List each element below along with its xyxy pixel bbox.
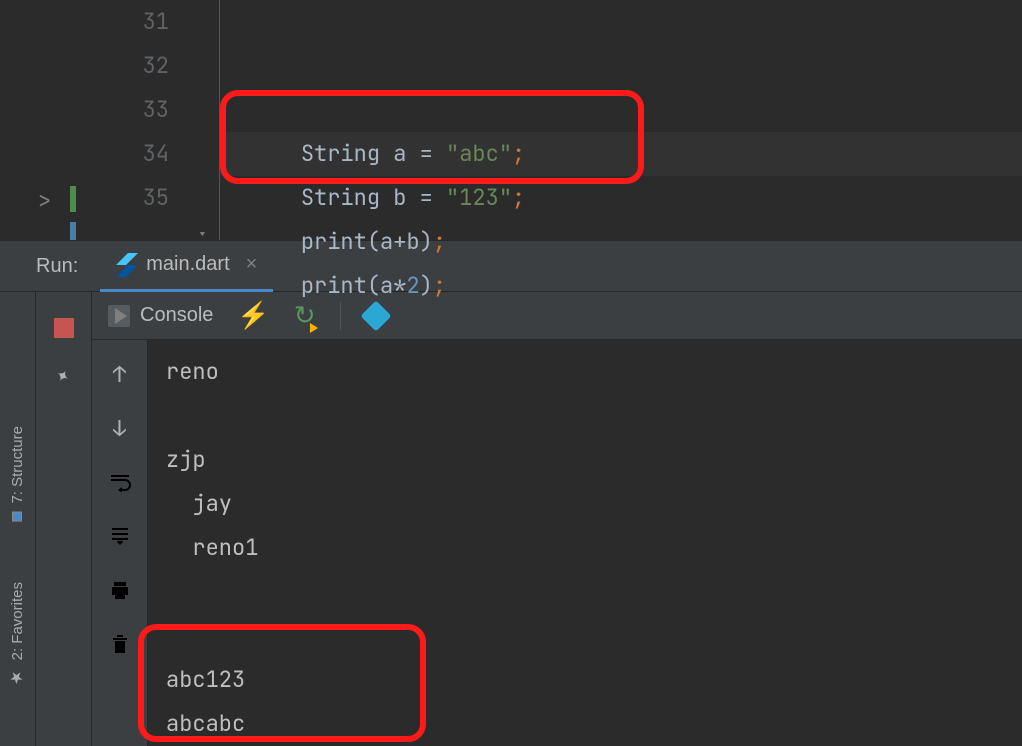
hot-reload-button[interactable]: ⚡ [237,300,269,331]
fold-margin: ▾ [187,0,220,240]
fold-expand-icon[interactable]: > [38,186,51,215]
hot-restart-button[interactable]: ↻ [294,300,316,331]
close-icon[interactable]: × [246,253,258,276]
run-label: Run: [0,255,96,278]
console-tab-label: Console [140,304,213,327]
scroll-to-end-button[interactable] [103,520,137,552]
code-editor[interactable]: > 3132333435 ▾ String a = "abc"; String … [0,0,1022,240]
pin-button[interactable]: ✦ [51,359,77,391]
line-number: 35 [42,176,169,220]
tab-favorites[interactable]: ★ 2: Favorites [8,582,27,687]
line-number: 33 [42,88,169,132]
console-wrap: ↑ ↓ reno zjp jay reno1 abc123 abcabc [92,340,1022,746]
console-toolbar: Console ⚡ ↻ [92,292,1022,340]
print-button[interactable] [103,574,137,606]
console-gutter: ↑ ↓ [92,340,148,746]
run-panel: 7: Structure ★ 2: Favorites ✦ Console ⚡ … [0,292,1022,746]
devtools-button[interactable] [360,300,391,331]
line-number: 34 [42,132,169,176]
line-number-gutter: 3132333435 [42,0,187,240]
tab-structure[interactable]: 7: Structure [9,426,26,522]
toolbar-divider [340,302,341,330]
gutter-change-marker [70,186,76,212]
scroll-up-button[interactable]: ↑ [103,358,137,390]
console-tab[interactable]: Console [108,304,213,327]
code-area[interactable]: String a = "abc"; String b = "123"; prin… [220,0,1022,240]
code-line[interactable]: String b = "123"; [248,176,1022,220]
flutter-icon [116,253,136,277]
star-icon: ★ [8,668,27,687]
run-tab-main[interactable]: main.dart × [100,240,273,292]
tab-structure-label: 7: Structure [9,426,26,504]
structure-icon [13,512,23,522]
tab-favorites-label: 2: Favorites [9,582,26,660]
run-toolbar: ✦ [36,292,92,746]
soft-wrap-button[interactable] [103,466,137,498]
side-tool-tabs: 7: Structure ★ 2: Favorites [0,292,36,746]
line-number: 32 [42,44,169,88]
editor-left-strip: > [0,0,42,240]
scroll-down-button[interactable]: ↓ [103,412,137,444]
line-number: 31 [42,0,169,44]
console-icon [108,305,130,327]
clear-button[interactable] [103,628,137,660]
console-output[interactable]: reno zjp jay reno1 abc123 abcabc [148,340,1022,746]
run-tool-header: Run: main.dart × [0,240,1022,292]
run-tab-label: main.dart [146,253,229,276]
stop-button[interactable] [54,318,74,338]
run-body: Console ⚡ ↻ ↑ ↓ [92,292,1022,746]
